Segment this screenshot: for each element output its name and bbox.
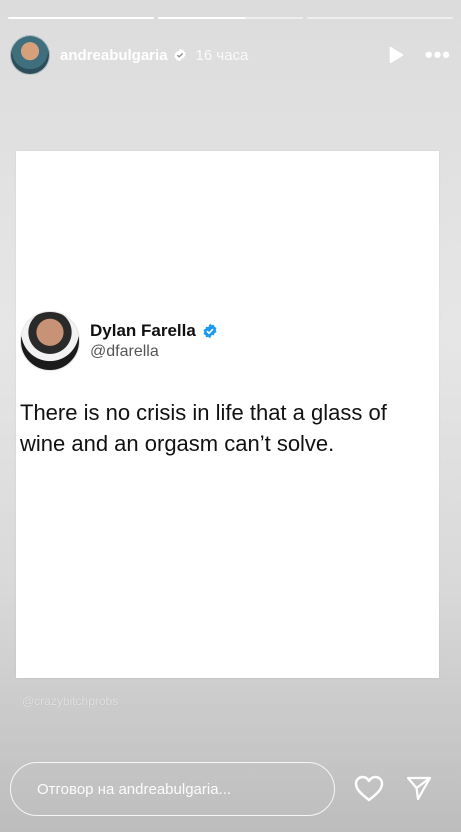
progress-segment-3 <box>307 17 454 19</box>
username[interactable]: andreabulgaria <box>60 47 168 64</box>
progress-segment-2 <box>157 17 304 19</box>
tweet-header: Dylan Farella @dfarella <box>20 311 218 371</box>
watermark: @crazybitchprobs <box>22 694 119 708</box>
tweet-author-name: Dylan Farella <box>90 321 218 341</box>
tweet-author-name-text: Dylan Farella <box>90 321 196 340</box>
tweet-author-avatar <box>20 311 80 371</box>
verified-badge-icon <box>173 48 187 62</box>
reply-input[interactable]: Отговор на andreabulgaria... <box>10 762 335 816</box>
more-options-icon[interactable]: ••• <box>425 44 451 66</box>
post-time: 16 часа <box>195 46 249 64</box>
play-icon[interactable] <box>385 44 407 66</box>
heart-icon[interactable] <box>354 775 384 803</box>
story-progress-bar <box>8 17 454 20</box>
reply-placeholder: Отговор на andreabulgaria... <box>37 780 232 798</box>
avatar[interactable] <box>10 35 50 75</box>
send-icon[interactable] <box>405 774 433 802</box>
twitter-verified-icon <box>202 323 218 339</box>
tweet-author-handle: @dfarella <box>90 343 159 360</box>
tweet-text: There is no crisis in life that a glass … <box>20 400 387 456</box>
progress-segment-1 <box>8 17 154 19</box>
tweet-card: Dylan Farella @dfarella There is no cris… <box>16 151 439 678</box>
story-header: andreabulgaria 16 часа ••• <box>10 34 451 76</box>
